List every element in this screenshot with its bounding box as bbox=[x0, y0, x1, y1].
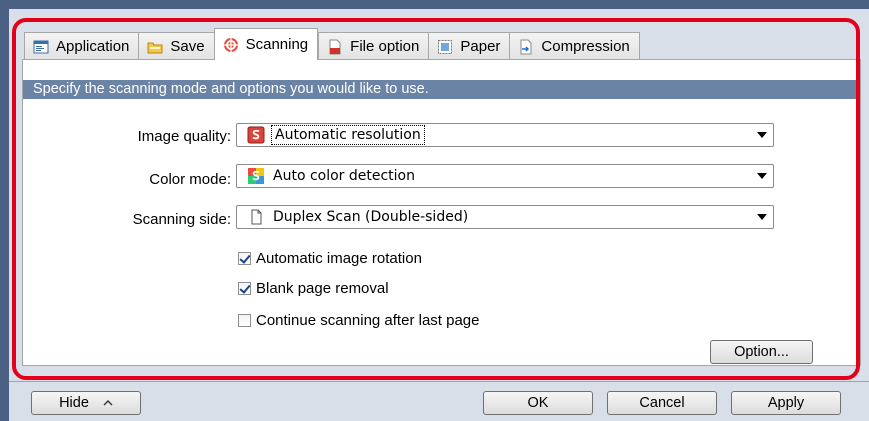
compression-icon bbox=[518, 39, 534, 55]
instruction-banner: Specify the scanning mode and options yo… bbox=[23, 80, 860, 99]
paper-icon bbox=[437, 39, 453, 55]
chevron-down-icon[interactable] bbox=[757, 173, 767, 179]
continue-scanning-label: Continue scanning after last page bbox=[256, 312, 480, 329]
tab-save[interactable]: Save bbox=[138, 32, 214, 60]
tab-compression-label: Compression bbox=[541, 38, 630, 55]
checkbox-checked-icon[interactable] bbox=[238, 252, 251, 265]
image-quality-select[interactable]: Automatic resolution bbox=[236, 123, 774, 147]
divider bbox=[9, 381, 869, 382]
tab-scanning-label: Scanning bbox=[245, 36, 309, 53]
file-option-icon bbox=[327, 39, 343, 55]
color-mode-label: Color mode: bbox=[149, 171, 231, 188]
folder-icon bbox=[147, 39, 163, 55]
automatic-rotation-checkbox[interactable]: Automatic image rotation bbox=[238, 250, 422, 267]
tab-file-option[interactable]: File option bbox=[318, 32, 429, 60]
application-icon bbox=[33, 39, 49, 55]
color-mode-select[interactable]: Auto color detection bbox=[236, 164, 774, 188]
hide-button-label: Hide bbox=[59, 395, 89, 411]
scanning-side-select[interactable]: Duplex Scan (Double-sided) bbox=[236, 205, 774, 229]
tab-compression[interactable]: Compression bbox=[509, 32, 640, 60]
tab-scanning[interactable]: Scanning bbox=[213, 28, 319, 60]
continue-scanning-checkbox[interactable]: Continue scanning after last page bbox=[238, 312, 479, 329]
tab-application-label: Application bbox=[56, 38, 130, 55]
duplex-icon bbox=[247, 208, 265, 226]
cancel-button[interactable]: Cancel bbox=[607, 391, 717, 415]
color-mode-row: Color mode: bbox=[23, 167, 231, 193]
apply-button[interactable]: Apply bbox=[731, 391, 841, 415]
checkbox-checked-icon[interactable] bbox=[238, 282, 251, 295]
checkbox-unchecked-icon[interactable] bbox=[238, 314, 251, 327]
scanning-side-label: Scanning side: bbox=[132, 211, 231, 228]
scanning-side-row: Scanning side: bbox=[23, 207, 231, 233]
ok-button[interactable]: OK bbox=[483, 391, 593, 415]
tab-application[interactable]: Application bbox=[24, 32, 139, 60]
color-mode-icon bbox=[247, 167, 265, 185]
chevron-up-icon bbox=[103, 392, 113, 414]
tab-paper[interactable]: Paper bbox=[428, 32, 510, 60]
tab-strip: Application Save Scanning File option Pa… bbox=[24, 28, 640, 60]
blank-page-removal-label: Blank page removal bbox=[256, 280, 389, 297]
tab-paper-label: Paper bbox=[460, 38, 501, 55]
image-quality-value: Automatic resolution bbox=[271, 125, 425, 145]
resolution-icon bbox=[247, 126, 265, 144]
scanning-side-value: Duplex Scan (Double-sided) bbox=[273, 209, 469, 225]
blank-page-removal-checkbox[interactable]: Blank page removal bbox=[238, 280, 389, 297]
image-quality-label: Image quality: bbox=[137, 128, 231, 145]
hide-button[interactable]: Hide bbox=[31, 391, 141, 415]
tab-file-option-label: File option bbox=[350, 38, 420, 55]
tab-save-label: Save bbox=[170, 38, 205, 55]
scanning-panel: Specify the scanning mode and options yo… bbox=[22, 59, 861, 366]
chevron-down-icon[interactable] bbox=[757, 132, 767, 138]
image-quality-row: Image quality: bbox=[23, 124, 231, 150]
scanning-icon bbox=[223, 37, 239, 53]
color-mode-value: Auto color detection bbox=[273, 168, 415, 184]
chevron-down-icon[interactable] bbox=[757, 214, 767, 220]
automatic-rotation-label: Automatic image rotation bbox=[256, 250, 422, 267]
option-button[interactable]: Option... bbox=[710, 340, 813, 364]
